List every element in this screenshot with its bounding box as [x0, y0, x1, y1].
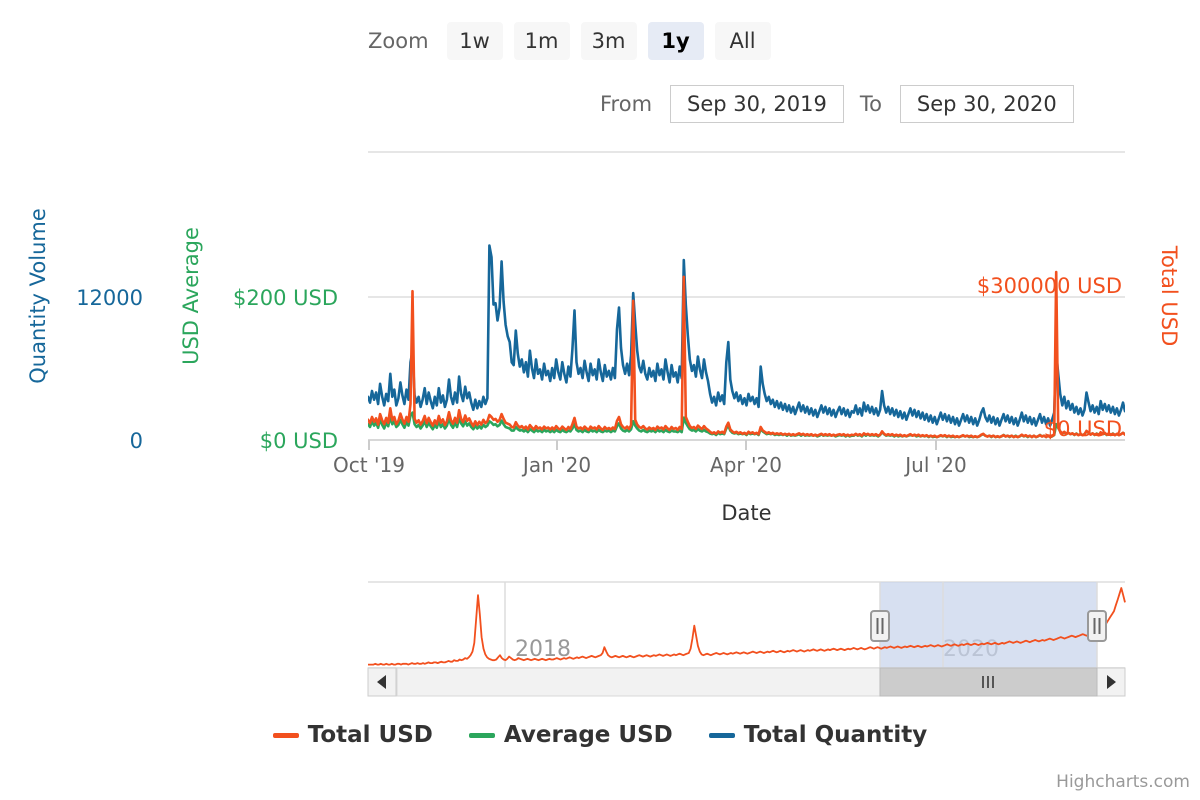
- plot-background: [368, 152, 1125, 440]
- series-line-total-usd[interactable]: [368, 272, 1125, 437]
- legend-swatch-total-usd: [273, 733, 299, 738]
- navigator-year-label-0: 2018: [515, 637, 571, 662]
- xaxis-title: Date: [721, 501, 771, 525]
- xaxis-tick-label-0: Oct '19: [333, 453, 405, 477]
- yaxis-tick-quantity-1: 12000: [76, 286, 143, 310]
- navigator-handle-right-body[interactable]: [1088, 611, 1106, 641]
- navigator-series-line: [368, 588, 1125, 665]
- navigator-handle-right[interactable]: [1088, 611, 1106, 641]
- zoom-button-1y[interactable]: 1y: [648, 22, 704, 60]
- scroll-left-arrow-icon[interactable]: [377, 675, 386, 689]
- scrollbar-right-button[interactable]: [1097, 668, 1125, 696]
- highcharts-credits[interactable]: Highcharts.com: [1056, 772, 1190, 792]
- legend-swatch-average-usd: [469, 733, 495, 738]
- yaxis-tick-usd-average-0: $0 USD: [260, 429, 338, 453]
- xaxis-tick-label-3: Jul '20: [903, 453, 966, 477]
- legend-label-total-usd: Total USD: [308, 722, 433, 748]
- yaxis-tick-usd-average-1: $200 USD: [233, 286, 338, 310]
- chart-legend: Total USD Average USD Total Quantity: [0, 722, 1200, 748]
- xaxis-tick-label-2: Apr '20: [710, 453, 782, 477]
- yaxis-title-usd-average: USD Average: [179, 227, 203, 365]
- yaxis-title-total-usd: Total USD: [1157, 245, 1181, 347]
- from-label: From: [600, 92, 652, 116]
- legend-item-total-quantity[interactable]: Total Quantity: [709, 722, 928, 748]
- navigator-selected-mask[interactable]: [880, 582, 1097, 668]
- zoom-button-all[interactable]: All: [715, 22, 771, 60]
- series-line-average-usd[interactable]: [368, 413, 1125, 438]
- legend-item-total-usd[interactable]: Total USD: [273, 722, 433, 748]
- yaxis-tick-total-usd-0: $0 USD: [1044, 417, 1122, 441]
- xaxis-tick-label-1: Jan '20: [521, 453, 591, 477]
- navigator-year-label-1: 2020: [943, 637, 999, 662]
- to-date-input[interactable]: Sep 30, 2020: [900, 85, 1074, 123]
- highcharts-stock-chart: Zoom 1w 1m 3m 1y All From Sep 30, 2019 T…: [0, 0, 1200, 800]
- series-group: [368, 246, 1125, 438]
- scrollbar-thumb[interactable]: [880, 668, 1097, 696]
- scroll-right-arrow-icon[interactable]: [1107, 675, 1116, 689]
- zoom-label: Zoom: [368, 29, 429, 53]
- to-label: To: [860, 92, 882, 116]
- yaxis-tick-quantity-0: 0: [130, 429, 143, 453]
- zoom-button-3m[interactable]: 3m: [581, 22, 637, 60]
- scrollbar-left-button[interactable]: [368, 668, 396, 696]
- zoom-button-1w[interactable]: 1w: [447, 22, 503, 60]
- legend-label-total-quantity: Total Quantity: [744, 722, 928, 748]
- legend-item-average-usd[interactable]: Average USD: [469, 722, 673, 748]
- zoom-button-1m[interactable]: 1m: [514, 22, 570, 60]
- range-selector: Zoom 1w 1m 3m 1y All From Sep 30, 2019 T…: [0, 0, 1200, 135]
- legend-swatch-total-quantity: [709, 733, 735, 738]
- legend-label-average-usd: Average USD: [504, 722, 673, 748]
- zoom-button-group: Zoom 1w 1m 3m 1y All: [368, 22, 782, 60]
- scrollbar-track[interactable]: [397, 668, 1096, 696]
- yaxis-title-quantity-volume: Quantity Volume: [26, 208, 50, 384]
- navigator-handle-left-body[interactable]: [871, 611, 889, 641]
- date-range-inputs: From Sep 30, 2019 To Sep 30, 2020: [600, 85, 1074, 123]
- from-date-input[interactable]: Sep 30, 2019: [670, 85, 844, 123]
- yaxis-tick-total-usd-1: $300000 USD: [977, 274, 1122, 298]
- series-line-total-quantity[interactable]: [368, 246, 1125, 426]
- navigator-handle-left[interactable]: [871, 611, 889, 641]
